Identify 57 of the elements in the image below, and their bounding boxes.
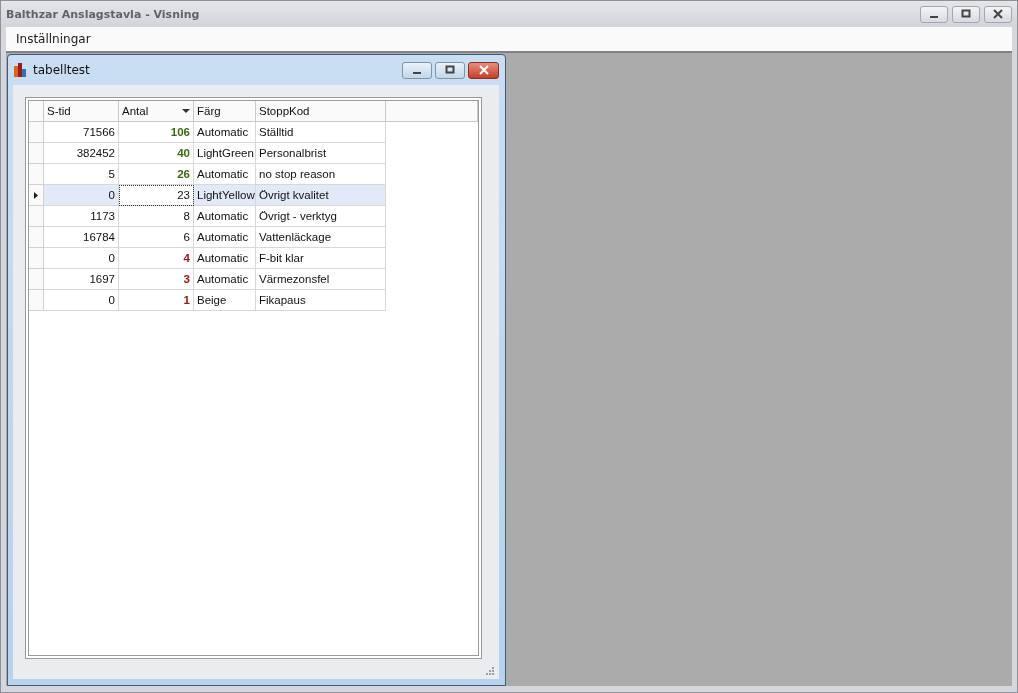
table-cell: Värmezonsfel <box>256 269 386 290</box>
table-cell: Automatic <box>194 269 256 290</box>
row-pointer-icon <box>34 191 38 199</box>
minimize-icon <box>930 16 938 18</box>
table-cell: 0 <box>44 290 119 311</box>
table-cell: 0 <box>44 185 119 206</box>
table-cell: Fikapaus <box>256 290 386 311</box>
resize-grip-icon[interactable] <box>485 666 495 676</box>
table-cell: 1 <box>119 290 194 311</box>
table-cell: 4 <box>119 248 194 269</box>
table-cell: 1697 <box>44 269 119 290</box>
table-cell: 16784 <box>44 227 119 248</box>
table-cell: Övrigt - verktyg <box>256 206 386 227</box>
table-cell: Övrigt kvalitet <box>256 185 386 206</box>
table-cell: 8 <box>119 206 194 227</box>
column-header[interactable]: Antal <box>119 101 194 122</box>
row-header[interactable] <box>29 185 44 206</box>
table-cell: Automatic <box>194 248 256 269</box>
close-button[interactable] <box>984 5 1012 23</box>
close-icon <box>993 9 1003 19</box>
table-cell: F-bit klar <box>256 248 386 269</box>
table-cell: 382452 <box>44 143 119 164</box>
minimize-icon <box>413 72 421 74</box>
table-cell: LightGreen <box>194 143 256 164</box>
window-title: Balthzar Anslagstavla - Visning <box>6 7 201 21</box>
minimize-button[interactable] <box>920 5 948 23</box>
table-cell: 23 <box>119 185 194 206</box>
maximize-icon <box>445 65 455 75</box>
table-cell: Automatic <box>194 206 256 227</box>
sort-caret-icon <box>182 108 190 114</box>
column-header[interactable]: Färg <box>194 101 256 122</box>
table-cell: Beige <box>194 290 256 311</box>
child-window-title: tabelltest <box>33 63 91 77</box>
minimize-button[interactable] <box>402 61 432 79</box>
menu-item[interactable]: Inställningar <box>10 30 97 48</box>
table-cell: 106 <box>119 122 194 143</box>
table-cell: 0 <box>44 248 119 269</box>
maximize-button[interactable] <box>952 5 980 23</box>
table-cell: Vattenläckage <box>256 227 386 248</box>
table-cell: 40 <box>119 143 194 164</box>
table-cell: Automatic <box>194 122 256 143</box>
close-icon <box>478 65 489 75</box>
table-cell: Automatic <box>194 227 256 248</box>
column-header[interactable]: StoppKod <box>256 101 386 122</box>
table-cell: Personalbrist <box>256 143 386 164</box>
maximize-button[interactable] <box>435 61 465 79</box>
table-cell: 71566 <box>44 122 119 143</box>
column-header[interactable]: S-tid <box>44 101 119 122</box>
table-cell: LightYellow <box>194 185 256 206</box>
table-cell: 6 <box>119 227 194 248</box>
maximize-icon <box>961 9 971 19</box>
table-cell: Ställtid <box>256 122 386 143</box>
table-cell: 3 <box>119 269 194 290</box>
close-button[interactable] <box>468 61 499 79</box>
bar-chart-icon <box>13 63 27 77</box>
header-corner <box>29 101 44 122</box>
table-cell: 1173 <box>44 206 119 227</box>
